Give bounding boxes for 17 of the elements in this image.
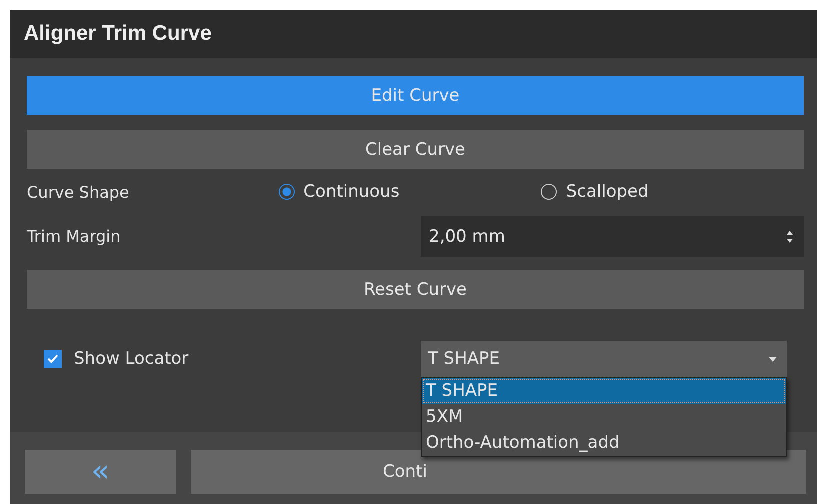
reset-curve-button[interactable]: Reset Curve: [27, 270, 804, 309]
dropdown-option[interactable]: 5XM: [422, 404, 786, 430]
dropdown[interactable]: T SHAPE: [421, 341, 787, 377]
spin-box[interactable]: 2,00 mm: [421, 216, 804, 257]
checkmark-icon: [47, 354, 59, 364]
clear-curve-button[interactable]: Clear Curve: [27, 130, 804, 169]
caret-icon: [769, 356, 777, 362]
field-label: Curve Shape: [27, 182, 130, 202]
dropdown-option[interactable]: T SHAPE: [422, 378, 786, 404]
continue-button[interactable]: Conti: [191, 450, 806, 494]
spin-arrows-icon[interactable]: [786, 230, 794, 244]
window-title: Aligner Trim Curve: [24, 22, 212, 46]
checkbox[interactable]: Show Locator: [44, 349, 421, 369]
radio-option[interactable]: Scalloped: [541, 182, 804, 202]
edit-curve-button[interactable]: Edit Curve: [27, 76, 804, 115]
field-label: Trim Margin: [27, 227, 122, 246]
radio-option[interactable]: Continuous: [278, 182, 542, 202]
